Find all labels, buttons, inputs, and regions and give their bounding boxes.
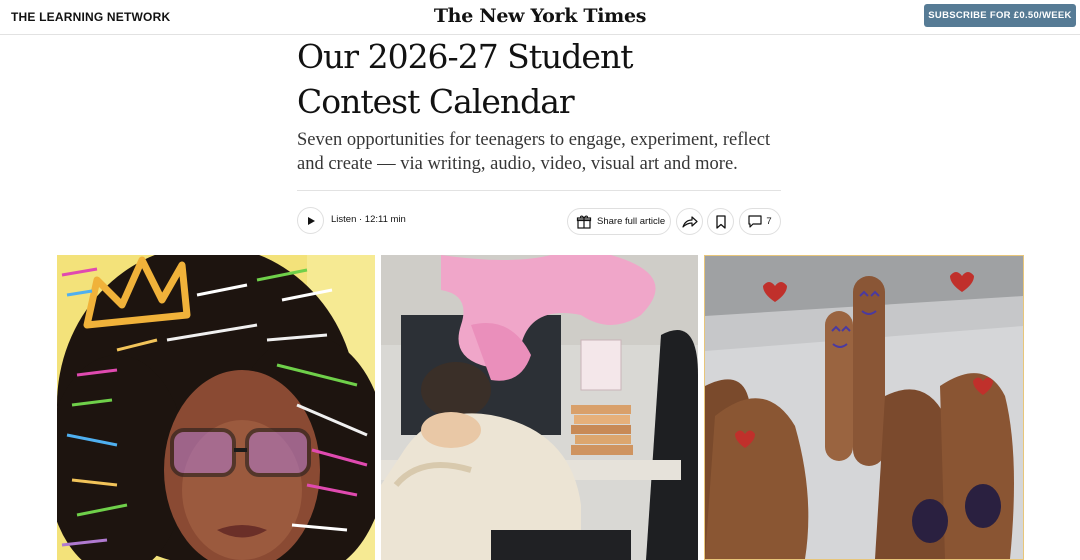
divider (297, 190, 781, 191)
share-button[interactable] (676, 208, 703, 235)
save-bookmark-button[interactable] (707, 208, 734, 235)
top-bar: THE LEARNING NETWORK The New York Times … (0, 0, 1080, 35)
share-full-article-button[interactable]: Share full article (567, 208, 671, 235)
subscribe-button[interactable]: SUBSCRIBE FOR £0.50/WEEK (924, 4, 1076, 27)
article-summary: Seven opportunities for teenagers to eng… (297, 130, 771, 174)
listen-duration: Listen · 12:11 min (331, 214, 406, 225)
article-headline: Our 2026-27 Student Contest Calendar (297, 34, 777, 124)
share-arrow-icon (681, 215, 698, 228)
illustration-student-at-desk-with-pink-smoke (381, 255, 698, 560)
photo-fingers-with-drawn-faces (704, 255, 1024, 560)
comment-count: 7 (766, 216, 772, 227)
nyt-logo[interactable]: The New York Times (0, 5, 1080, 27)
share-full-article-label: Share full article (597, 216, 666, 227)
illustration-girl-with-crown-and-words (57, 255, 375, 560)
bookmark-icon (715, 214, 726, 229)
listen-play-button[interactable] (297, 207, 324, 234)
headline-line-2: Contest Calendar (297, 82, 575, 121)
gift-icon (576, 215, 592, 229)
comment-icon (748, 215, 762, 228)
play-icon (307, 216, 315, 225)
comments-button[interactable]: 7 (739, 208, 781, 235)
headline-line-1: Our 2026-27 Student (297, 37, 633, 76)
